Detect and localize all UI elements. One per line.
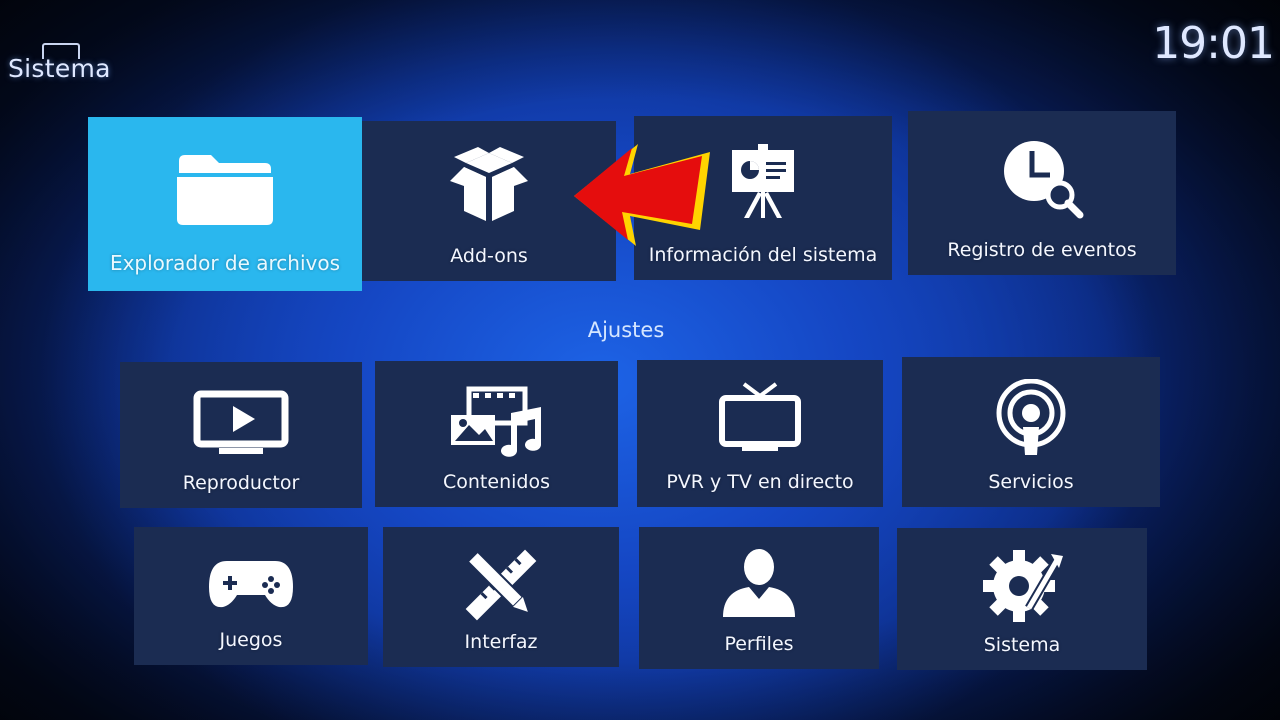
tile-label: Sistema	[983, 634, 1061, 656]
tile-label: Explorador de archivos	[109, 251, 341, 275]
tile-file-manager[interactable]: Explorador de archivos	[88, 117, 362, 291]
annotation-arrow-icon	[560, 138, 720, 250]
tile-label: Add-ons	[450, 245, 528, 267]
tile-interface[interactable]: Interfaz	[383, 527, 619, 667]
tile-label: Reproductor	[182, 472, 300, 494]
tile-pvr-live-tv[interactable]: PVR y TV en directo	[637, 360, 883, 507]
tv-icon	[718, 382, 802, 452]
clock-search-icon	[1000, 137, 1084, 221]
tile-games[interactable]: Juegos	[134, 527, 368, 665]
tile-label: Perfiles	[724, 633, 794, 655]
page-title: Sistema	[8, 54, 111, 83]
gamepad-icon	[207, 557, 295, 611]
tile-label: Contenidos	[443, 471, 550, 493]
broadcast-icon	[993, 379, 1069, 457]
folder-icon	[175, 151, 275, 227]
pencil-ruler-icon	[463, 547, 539, 623]
tile-label: Servicios	[988, 471, 1074, 493]
presentation-icon	[728, 142, 798, 220]
user-icon	[719, 547, 799, 619]
section-title: Ajustes	[587, 318, 665, 342]
box-icon	[444, 147, 534, 227]
clock: 19:01	[1152, 18, 1275, 69]
tile-label: PVR y TV en directo	[666, 471, 854, 493]
tile-services[interactable]: Servicios	[902, 357, 1160, 507]
tile-label: Juegos	[219, 629, 283, 651]
tile-profiles[interactable]: Perfiles	[639, 527, 879, 669]
play-screen-icon	[193, 390, 289, 456]
tile-label: Registro de eventos	[947, 239, 1137, 261]
tile-event-log[interactable]: Registro de eventos	[908, 111, 1176, 275]
gear-tools-icon	[979, 546, 1065, 626]
media-library-icon	[449, 385, 545, 461]
tile-label: Interfaz	[464, 631, 538, 653]
tile-player[interactable]: Reproductor	[120, 362, 362, 508]
tile-system[interactable]: Sistema	[897, 528, 1147, 670]
tile-media[interactable]: Contenidos	[375, 361, 618, 507]
